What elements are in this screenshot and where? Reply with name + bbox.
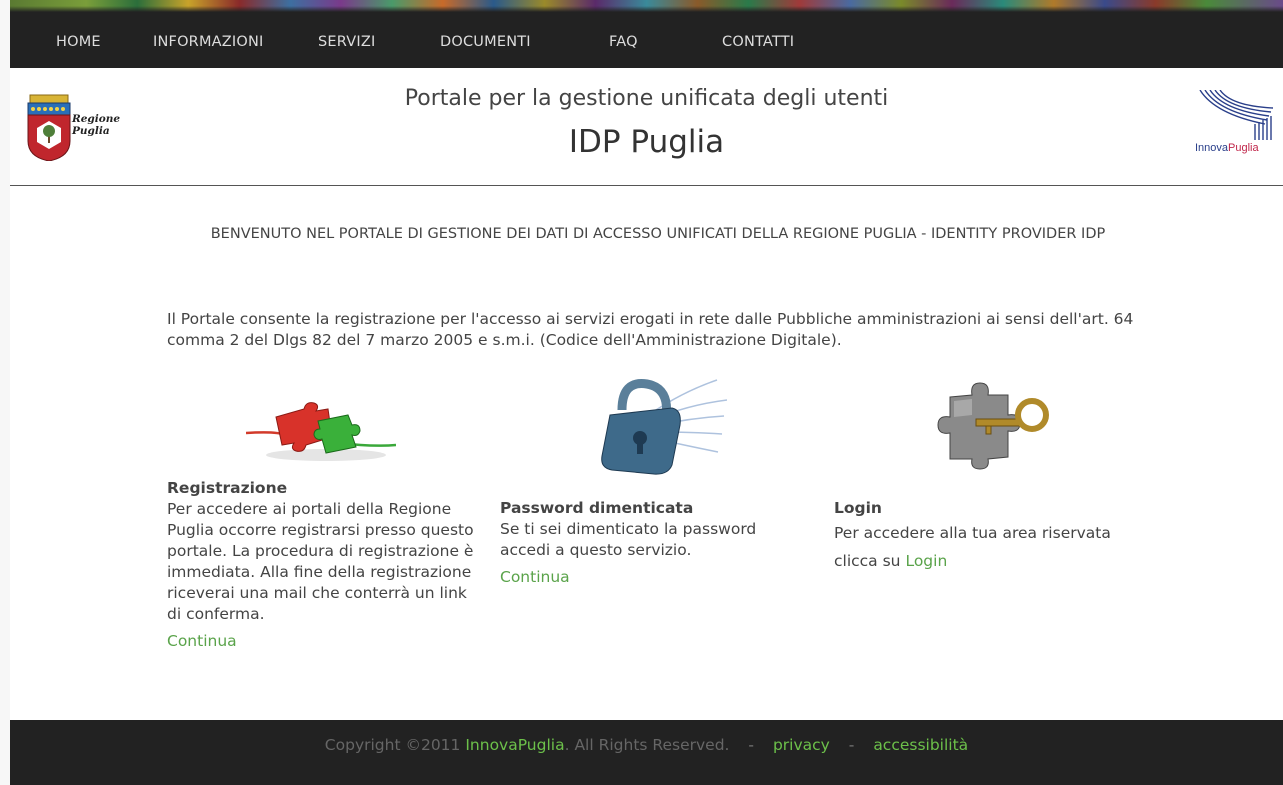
footer-separator-1: - [748,736,755,754]
registrazione-continua-link[interactable]: Continua [167,632,237,650]
registrazione-section: Registrazione Per accedere ai portali de… [167,478,477,652]
password-section: Password dimenticata Se ti sei dimentica… [500,498,800,588]
color-stripe [10,0,1283,12]
nav-contatti[interactable]: CONTATTI [722,34,794,50]
password-title: Password dimenticata [500,499,694,517]
login-section: Login Per accedere alla tua area riserva… [834,498,1154,575]
padlock-icon [592,370,728,484]
footer-copyright-suffix: . All Rights Reserved. [564,736,730,754]
logo-text-puglia-brand: Puglia [1228,142,1259,154]
footer-innovapuglia-link[interactable]: InnovaPuglia [465,736,564,754]
page-footer: Copyright ©2011 InnovaPuglia. All Rights… [10,720,1283,785]
puzzle-icon [245,395,397,469]
page-header: Regione Puglia Portale per la gestione u… [10,68,1283,186]
registrazione-text: Per accedere ai portali della Regione Pu… [167,500,474,623]
footer-line: Copyright ©2011 InnovaPuglia. All Rights… [10,736,1283,754]
logo-text-innova: Innova [1195,142,1229,154]
registrazione-title: Registrazione [167,479,288,497]
password-continua-link[interactable]: Continua [500,568,570,586]
nav-faq[interactable]: FAQ [609,34,638,50]
password-text: Se ti sei dimenticato la password accedi… [500,520,757,559]
nav-home[interactable]: HOME [56,34,101,50]
page-title: IDP Puglia [568,124,725,160]
top-navbar: HOME INFORMAZIONI SERVIZI DOCUMENTI FAQ … [10,12,1283,68]
footer-separator-2: - [848,736,855,754]
intro-paragraph: Il Portale consente la registrazione per… [167,310,1134,349]
welcome-heading: BENVENUTO NEL PORTALE DI GESTIONE DEI DA… [210,226,1106,242]
footer-accessibility-link[interactable]: accessibilità [873,736,968,754]
innovapuglia-logo[interactable]: InnovaPuglia [1195,89,1283,160]
login-link[interactable]: Login [905,552,947,570]
page-subtitle: Portale per la gestione unificata degli … [404,86,889,111]
login-text-prefix: Per accedere alla tua area riservata cli… [834,524,1111,570]
login-text: Per accedere alla tua area riservata cli… [834,519,1154,575]
login-title: Login [834,499,882,517]
key-puzzle-icon [932,375,1052,474]
nav-documenti[interactable]: DOCUMENTI [440,34,531,50]
footer-privacy-link[interactable]: privacy [773,736,830,754]
page: HOME INFORMAZIONI SERVIZI DOCUMENTI FAQ … [10,0,1283,785]
footer-copyright-prefix: Copyright ©2011 [324,736,461,754]
nav-informazioni[interactable]: INFORMAZIONI [153,34,264,50]
nav-servizi[interactable]: SERVIZI [318,34,375,50]
